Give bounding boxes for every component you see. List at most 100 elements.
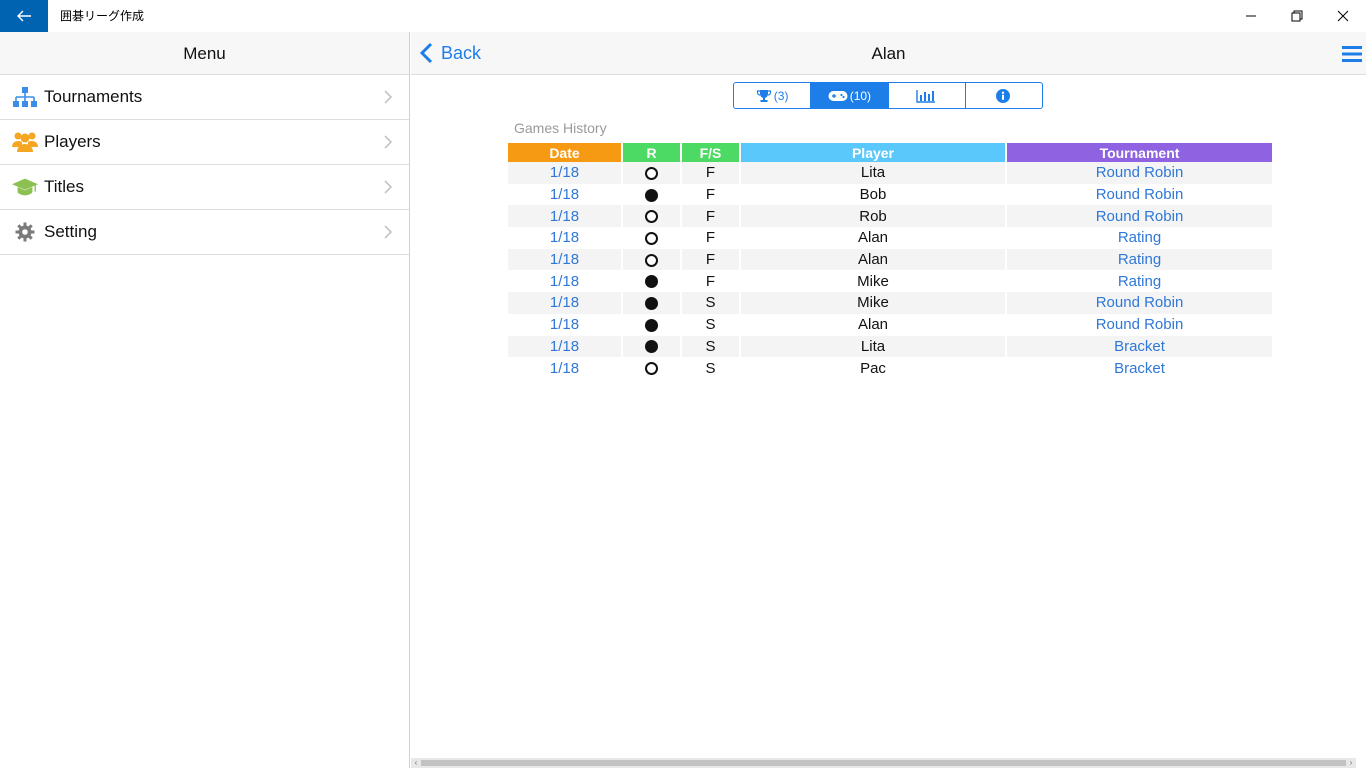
tab-games[interactable]: (10) — [811, 83, 889, 108]
white-stone-icon — [645, 362, 658, 376]
scrollbar-thumb[interactable] — [421, 760, 1346, 766]
cell-date[interactable]: 1/18 — [508, 205, 621, 228]
sitemap-icon — [12, 86, 38, 108]
minimize-button[interactable] — [1228, 0, 1274, 32]
table-row[interactable]: 1/18 F Lita Round Robin — [508, 162, 1272, 184]
cell-date[interactable]: 1/18 — [508, 314, 621, 336]
table-row[interactable]: 1/18 F Bob Round Robin — [508, 184, 1272, 206]
cell-date[interactable]: 1/18 — [508, 227, 621, 249]
trophy-icon — [756, 89, 771, 102]
cell-date[interactable]: 1/18 — [508, 335, 621, 358]
cell-result — [623, 184, 680, 206]
cell-first-second: S — [682, 292, 739, 314]
cell-date[interactable]: 1/18 — [508, 357, 621, 379]
column-header-first-second[interactable]: F/S — [682, 143, 739, 162]
chevron-right-icon — [384, 180, 393, 194]
minimize-icon — [1246, 15, 1256, 17]
tab-tournaments[interactable]: (3) — [734, 83, 812, 108]
cell-player: Rob — [741, 205, 1005, 228]
column-header-date[interactable]: Date — [508, 143, 621, 162]
info-icon — [995, 88, 1010, 103]
tab-statistics[interactable] — [889, 83, 966, 108]
cell-player: Bob — [859, 186, 887, 204]
menu-item-label: Titles — [44, 177, 84, 196]
games-history-table: Date R F/S Player Tournament 1/18 F Lita Ro… — [506, 143, 1274, 379]
cell-tournament[interactable]: Round Robin — [1007, 184, 1272, 206]
chevron-right-icon — [384, 90, 393, 104]
bar-chart-icon — [915, 89, 935, 103]
cell-result — [623, 227, 680, 249]
cell-tournament[interactable]: Round Robin — [1007, 292, 1272, 314]
cell-date[interactable]: 1/18 — [508, 248, 621, 271]
cell-player: Alan — [857, 229, 889, 247]
cell-date[interactable]: 1/18 — [508, 270, 621, 292]
cell-first-second: F — [705, 272, 716, 290]
cell-date[interactable]: 1/18 — [508, 184, 621, 206]
cell-result — [623, 292, 680, 314]
cell-tournament[interactable]: Rating — [1007, 227, 1272, 249]
menu-item-setting[interactable]: Setting — [0, 210, 409, 255]
table-row[interactable]: 1/18 F Rob Round Robin — [508, 205, 1272, 228]
scroll-right-icon[interactable]: › — [1346, 758, 1356, 768]
table-row[interactable]: 1/18 S Pac Bracket — [508, 357, 1272, 379]
tab-info[interactable] — [966, 83, 1042, 108]
column-header-result[interactable]: R — [623, 143, 680, 162]
cell-tournament[interactable]: Round Robin — [1007, 314, 1272, 336]
cell-date[interactable]: 1/18 — [508, 292, 621, 314]
cell-first-second: S — [682, 335, 739, 358]
scroll-left-icon[interactable]: ‹ — [411, 758, 421, 768]
cell-first-second: F — [705, 186, 716, 204]
side-menu: Menu Tournaments Players Titles Setting — [0, 32, 410, 768]
cell-tournament[interactable]: Bracket — [1007, 335, 1272, 358]
black-stone-icon — [645, 318, 658, 332]
menu-item-label: Players — [44, 132, 101, 151]
table-row[interactable]: 1/18 F Mike Rating — [508, 270, 1272, 292]
close-button[interactable] — [1320, 0, 1366, 32]
table-row[interactable]: 1/18 S Alan Round Robin — [508, 314, 1272, 336]
cell-result — [623, 357, 680, 379]
chevron-right-icon — [384, 225, 393, 239]
window-back-button[interactable] — [0, 0, 48, 32]
cell-first-second: F — [682, 205, 739, 228]
users-icon — [12, 131, 38, 153]
column-header-player[interactable]: Player — [741, 143, 1005, 162]
table-row[interactable]: 1/18 S Mike Round Robin — [508, 292, 1272, 314]
white-stone-icon — [645, 253, 658, 267]
title-bar: 囲碁リーグ作成 — [0, 0, 1366, 32]
cell-tournament[interactable]: Rating — [1007, 248, 1272, 271]
cell-player: Lita — [741, 335, 1005, 358]
table-row[interactable]: 1/18 F Alan Rating — [508, 227, 1272, 249]
cell-first-second: F — [682, 162, 739, 184]
white-stone-icon — [645, 166, 658, 180]
tab-games-count: (10) — [849, 88, 872, 103]
cell-result — [623, 335, 680, 358]
page-title: Alan — [871, 44, 906, 63]
table-header-row: Date R F/S Player Tournament — [508, 143, 1272, 162]
cell-tournament[interactable]: Round Robin — [1007, 205, 1272, 228]
cell-first-second: S — [705, 316, 716, 334]
tab-tournaments-count: (3) — [773, 88, 789, 103]
cell-player: Mike — [741, 292, 1005, 314]
white-stone-icon — [645, 210, 658, 224]
menu-item-label: Setting — [44, 222, 97, 241]
cell-tournament[interactable]: Bracket — [1007, 357, 1272, 379]
cell-date[interactable]: 1/18 — [508, 162, 621, 184]
hamburger-menu-icon[interactable] — [1342, 45, 1362, 63]
table-row[interactable]: 1/18 F Alan Rating — [508, 248, 1272, 271]
column-header-tournament[interactable]: Tournament — [1007, 143, 1272, 162]
menu-item-titles[interactable]: Titles — [0, 165, 409, 210]
cell-tournament[interactable]: Round Robin — [1007, 162, 1272, 184]
cell-result — [623, 314, 680, 336]
cell-first-second: F — [682, 248, 739, 271]
cell-player: Alan — [741, 248, 1005, 271]
horizontal-scrollbar[interactable]: ‹ › — [411, 758, 1356, 768]
menu-item-tournaments[interactable]: Tournaments — [0, 75, 409, 120]
cell-tournament[interactable]: Rating — [1007, 270, 1272, 292]
cell-result — [623, 270, 680, 292]
cell-result — [623, 205, 680, 228]
restore-button[interactable] — [1274, 0, 1320, 32]
cell-first-second: S — [705, 359, 716, 377]
menu-item-players[interactable]: Players — [0, 120, 409, 165]
table-row[interactable]: 1/18 S Lita Bracket — [508, 335, 1272, 358]
navigation-bar: Back Alan — [411, 32, 1366, 75]
